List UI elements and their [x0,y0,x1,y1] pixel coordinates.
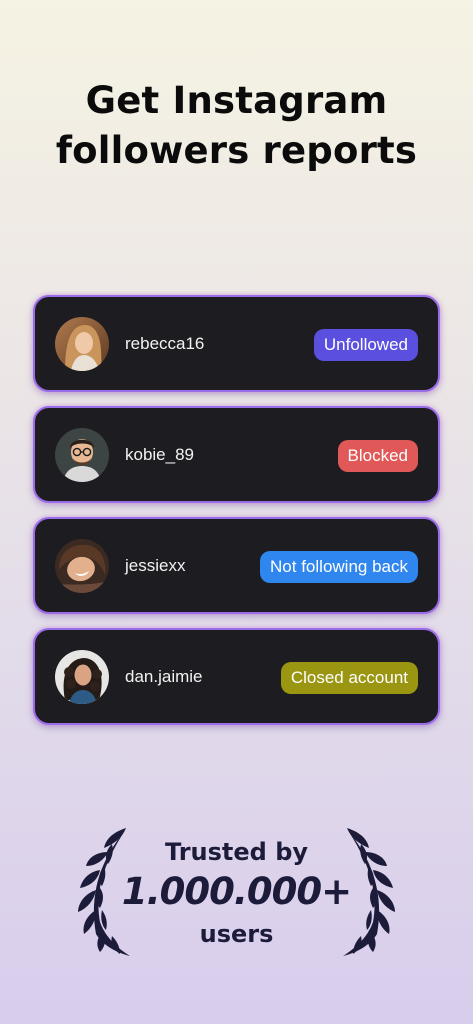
headline-line-2: followers reports [55,129,418,172]
avatar [55,428,109,482]
username: rebecca16 [125,334,205,353]
trusted-by-section: Trusted by 1.000.000+ users [0,826,473,966]
report-card-kobie_89[interactable]: kobie_89 Blocked [33,406,440,503]
username: jessiexx [125,556,186,575]
status-badge: Closed account [280,662,418,694]
status-badge: Not following back [260,551,418,583]
username: kobie_89 [125,445,195,464]
status-badge: Unfollowed [313,329,418,361]
trusted-by-label: Trusted by [164,838,309,866]
user-count: 1.000.000+ [121,870,352,913]
avatar [55,650,109,704]
page-headline: Get Instagram followers reports [0,76,473,176]
report-card-dan.jaimie[interactable]: dan.jaimie Closed account [33,628,440,725]
report-card-list: rebecca16 Unfollowed kobie_89 Blocked je… [33,295,440,739]
users-label: users [199,920,274,948]
username: dan.jaimie [125,667,203,686]
headline-line-1: Get Instagram [85,79,388,122]
report-card-rebecca16[interactable]: rebecca16 Unfollowed [33,295,440,392]
avatar [55,317,109,371]
avatar [55,539,109,593]
status-badge: Blocked [337,440,418,472]
report-card-jessiexx[interactable]: jessiexx Not following back [33,517,440,614]
